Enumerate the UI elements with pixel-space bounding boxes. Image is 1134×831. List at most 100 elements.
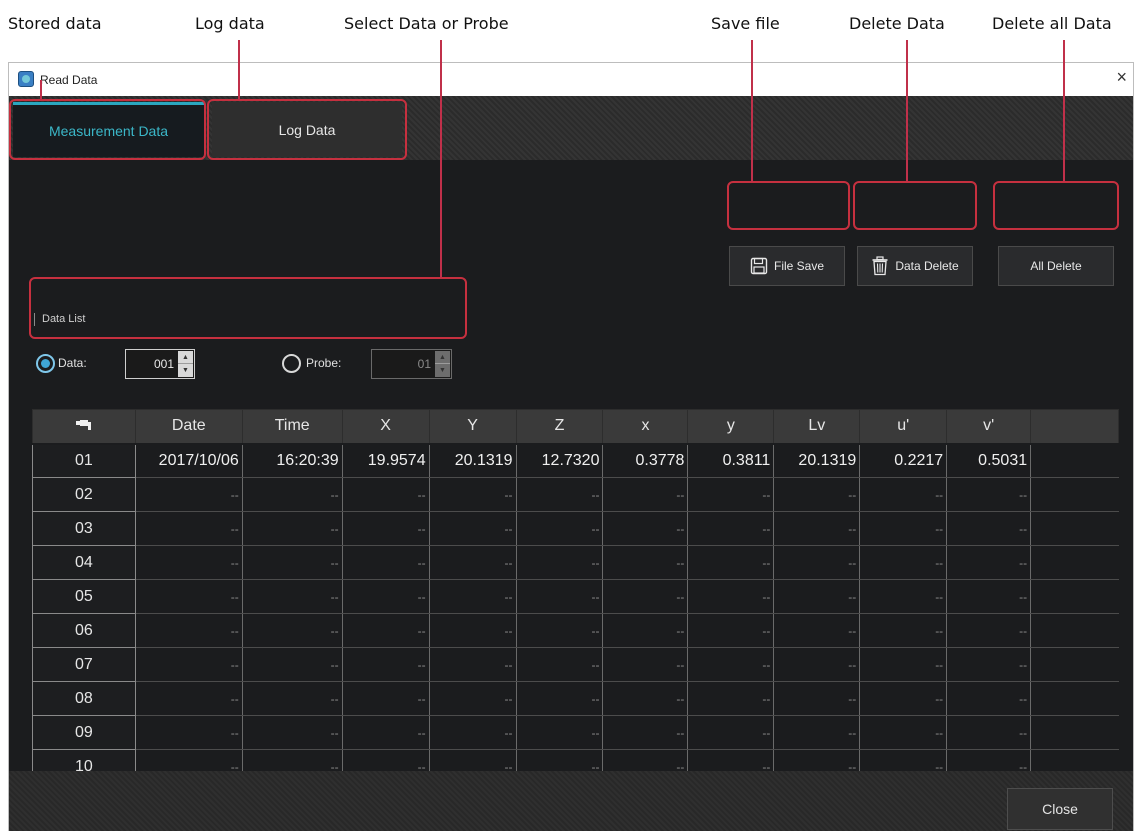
table-cell-overflow <box>1030 443 1119 478</box>
table-cell: -- <box>946 715 1032 750</box>
read-data-window: Read Data × Measurement Data Log Data Fi… <box>8 62 1134 831</box>
table-cell: -- <box>429 647 517 682</box>
table-cell: -- <box>859 647 948 682</box>
table-cell: -- <box>602 511 689 546</box>
plug-icon <box>75 417 92 434</box>
file-save-button[interactable]: File Save <box>729 246 845 286</box>
probe-number-value: 01 <box>417 357 431 371</box>
table-cell: -- <box>135 545 243 580</box>
table-cell: -- <box>946 613 1032 648</box>
table-cell: 12.7320 <box>516 443 604 478</box>
table-cell: -- <box>429 477 517 512</box>
callout-log-data: Log data <box>195 14 265 33</box>
table-cell: -- <box>516 477 604 512</box>
table-cell: -- <box>946 647 1032 682</box>
table-row[interactable]: 07 -- -- -- -- -- -- -- -- -- -- <box>32 647 1119 682</box>
table-row[interactable]: 06 -- -- -- -- -- -- -- -- -- -- <box>32 613 1119 648</box>
tab-bar: Measurement Data Log Data <box>9 96 1133 160</box>
table-cell: -- <box>342 511 430 546</box>
column-header[interactable]: X <box>341 409 430 445</box>
column-header[interactable]: u' <box>859 409 948 445</box>
table-cell: -- <box>516 613 604 648</box>
callout-select-data-or-probe: Select Data or Probe <box>344 14 509 33</box>
data-delete-button[interactable]: Data Delete <box>857 246 973 286</box>
table-cell: -- <box>687 613 775 648</box>
table-cell: -- <box>773 613 861 648</box>
table-row[interactable]: 03 -- -- -- -- -- -- -- -- -- -- <box>32 511 1119 546</box>
callout-save-file: Save file <box>711 14 780 33</box>
table-cell: -- <box>429 511 517 546</box>
table-cell-overflow <box>1030 545 1119 580</box>
probe-number-stepper[interactable]: 01 ▲ ▼ <box>371 349 452 379</box>
all-delete-button[interactable]: All Delete <box>998 246 1114 286</box>
column-header[interactable]: Lv <box>773 409 861 445</box>
table-cell: -- <box>342 681 430 716</box>
stepper-up-icon[interactable]: ▲ <box>435 351 450 364</box>
data-stepper-arrows[interactable]: ▲ ▼ <box>178 351 193 377</box>
table-cell: -- <box>687 545 775 580</box>
table-cell: 0.3778 <box>602 443 689 478</box>
row-number: 04 <box>32 545 136 580</box>
table-row[interactable]: 01 2017/10/06 16:20:39 19.9574 20.1319 12.732… <box>32 443 1119 478</box>
data-delete-label: Data Delete <box>895 259 959 273</box>
table-cell: 2017/10/06 <box>135 443 243 478</box>
data-number-stepper[interactable]: 001 ▲ ▼ <box>125 349 195 379</box>
table-cell: -- <box>135 613 243 648</box>
table-cell: -- <box>429 545 517 580</box>
table-cell: -- <box>135 715 243 750</box>
table-row[interactable]: 04 -- -- -- -- -- -- -- -- -- -- <box>32 545 1119 580</box>
table-cell-overflow <box>1030 511 1119 546</box>
table-cell: -- <box>859 613 948 648</box>
table-cell: -- <box>946 511 1032 546</box>
close-button[interactable]: Close <box>1007 788 1113 830</box>
stepper-down-icon[interactable]: ▼ <box>435 364 450 377</box>
column-header[interactable]: y <box>687 409 775 445</box>
table-row[interactable]: 02 -- -- -- -- -- -- -- -- -- -- <box>32 477 1119 512</box>
stepper-down-icon[interactable]: ▼ <box>178 364 193 377</box>
leader-select <box>440 40 442 278</box>
connector-header[interactable] <box>32 409 136 445</box>
table-cell: -- <box>242 579 343 614</box>
table-row[interactable]: 05 -- -- -- -- -- -- -- -- -- -- <box>32 579 1119 614</box>
table-cell: 19.9574 <box>342 443 430 478</box>
table-cell: -- <box>135 511 243 546</box>
stepper-up-icon[interactable]: ▲ <box>178 351 193 364</box>
table-cell: -- <box>342 579 430 614</box>
file-save-label: File Save <box>773 259 825 273</box>
table-cell: -- <box>429 715 517 750</box>
tab-measurement-data[interactable]: Measurement Data <box>13 102 204 157</box>
data-radio[interactable] <box>36 354 55 373</box>
table-cell: 0.2217 <box>859 443 948 478</box>
column-header[interactable]: Time <box>241 409 343 445</box>
close-icon[interactable]: × <box>1116 68 1127 86</box>
table-cell: -- <box>859 477 948 512</box>
table-cell-overflow <box>1030 613 1119 648</box>
column-header[interactable]: v' <box>946 409 1032 445</box>
table-cell: -- <box>242 681 343 716</box>
table-row[interactable]: 09 -- -- -- -- -- -- -- -- -- -- <box>32 715 1119 750</box>
column-header[interactable]: Date <box>134 409 243 445</box>
table-cell: -- <box>342 715 430 750</box>
footer-bar: Close <box>9 771 1133 831</box>
title-bar: Read Data × <box>9 63 1133 96</box>
probe-radio[interactable] <box>282 354 301 373</box>
data-radio-label: Data: <box>58 356 87 370</box>
leader-log-data <box>238 40 240 100</box>
column-header[interactable]: Z <box>515 409 604 445</box>
table-cell: -- <box>773 647 861 682</box>
table-cell: -- <box>859 545 948 580</box>
data-grid: Date Time X Y Zx y Lv u' v' 01 2017/10/06 16:20:39… <box>32 409 1119 779</box>
table-cell: -- <box>773 477 861 512</box>
table-cell: -- <box>516 647 604 682</box>
table-row[interactable]: 08 -- -- -- -- -- -- -- -- -- -- <box>32 681 1119 716</box>
table-cell: -- <box>859 579 948 614</box>
tab-log-data[interactable]: Log Data <box>212 102 402 157</box>
table-cell: 20.1319 <box>429 443 517 478</box>
column-header[interactable]: x <box>602 409 689 445</box>
probe-stepper-arrows[interactable]: ▲ ▼ <box>435 351 450 377</box>
column-header[interactable]: Y <box>428 409 517 445</box>
table-cell-overflow <box>1030 715 1119 750</box>
table-cell: 0.5031 <box>946 443 1032 478</box>
row-number: 09 <box>32 715 136 750</box>
probe-radio-label: Probe: <box>306 356 342 370</box>
